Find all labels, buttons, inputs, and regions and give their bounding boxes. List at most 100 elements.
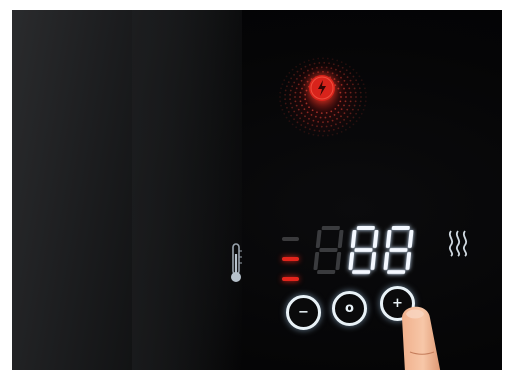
power-glow-dot [290,114,293,117]
power-glow-dot [316,66,318,69]
power-button[interactable] [309,75,335,101]
power-glow-dot [332,128,335,131]
power-glow-dot [286,85,288,88]
power-glow-dot [345,69,348,72]
power-glow-dot [313,62,316,65]
power-glow-dot [325,66,328,69]
thermometer-icon [231,243,242,282]
power-glow-dot [344,100,347,103]
power-glow-dot [289,98,291,101]
power-glow-dot [322,121,324,124]
power-glow-dot [322,57,324,60]
power-glow-dot [325,111,328,114]
power-glow-dot [288,71,291,74]
power-glow-dot [303,61,306,64]
power-glow-dot [360,112,363,115]
minus-button[interactable]: − [286,295,321,330]
power-glow-dot [302,120,305,123]
power-glow-dot [360,96,362,98]
power-glow-dot [351,108,354,111]
power-glow-dot [335,123,337,126]
power-glow-dot [326,120,329,123]
power-glow-dot [312,72,315,75]
power-glow-dot [286,106,288,109]
power-glow-dot [289,89,292,92]
power-glow-dot [357,83,360,86]
power-glow-dot [295,77,298,80]
power-glow-dot [336,74,338,77]
power-glow-dot [317,134,320,137]
power-glow-dot [293,73,295,76]
power-glow-dot [352,68,355,71]
power-glow-dot [355,71,358,74]
power-glow-dot [322,70,324,73]
power-glow-dot [316,125,318,128]
power-glow-dot [291,68,294,71]
power-glow-dot [325,125,328,128]
power-glow-dot [284,102,287,105]
power-glow-dot [336,117,338,120]
power-glow-dot [322,134,324,137]
power-glow-dot [331,133,334,136]
power-glow-dot [304,98,307,101]
power-glow-dot [310,114,313,116]
power-glow-dot [299,91,302,94]
power-glow-dot [283,79,286,82]
power-glow-dot [326,71,329,74]
power-glow-dot [312,119,315,122]
power-glow-dot [364,87,366,90]
power-glow-dot [343,79,346,82]
power-glow-dot [303,83,306,86]
power-glow-dot [317,57,320,60]
power-glow-dot [295,114,298,117]
power-glow-dot [301,104,303,107]
power-glow-dot [362,83,365,86]
power-glow-dot [337,104,340,107]
power-glow-dot [348,126,351,129]
power-glow-dot [364,104,366,107]
power-glow-dot [341,125,344,128]
power-glow-dot [349,112,352,115]
power-glow-dot [330,124,333,127]
power-glow-dot [290,77,293,80]
power-glow-dot [353,87,356,90]
seven-segment-display [313,226,414,274]
mode-button[interactable]: o [332,291,367,326]
power-glow-dot [312,133,315,136]
power-glow-dot [305,89,308,92]
power-glow-dot [337,127,340,130]
power-glow-dot [281,108,284,111]
power-glow-dot [349,91,352,94]
power-icon [310,76,334,100]
power-glow-dot [304,65,307,68]
power-glow-dot [293,81,296,84]
power-glow-dot [330,110,333,113]
power-glow-dot [328,62,330,65]
power-glow-dot [299,96,301,98]
power-glow-dot [349,100,352,103]
power-glow-dot [359,100,362,103]
power-glow-dot [304,93,307,96]
power-glow-dot [311,67,314,70]
power-glow-dot [345,96,347,98]
power-glow-dot [337,111,340,114]
power-glow-dot [334,107,337,110]
power-glow-dot [328,129,330,132]
power-glow-dot [301,87,303,90]
power-glow-dot [304,115,306,118]
power-glow-dot [343,112,346,115]
power-glow-dot [323,130,326,133]
power-glow-dot [283,112,286,115]
level-bar [282,277,299,281]
power-glow-dot [348,104,351,107]
power-glow-dot [343,118,346,121]
power-glow-dot [312,58,315,61]
power-glow-dot [332,63,335,66]
level-bar [282,257,299,261]
power-glow-dot [299,117,301,120]
power-glow-dot [348,65,351,68]
power-glow-dot [306,111,309,114]
power-glow-dot [358,75,361,78]
finger-image [402,306,441,370]
power-glow-dot [324,116,327,119]
